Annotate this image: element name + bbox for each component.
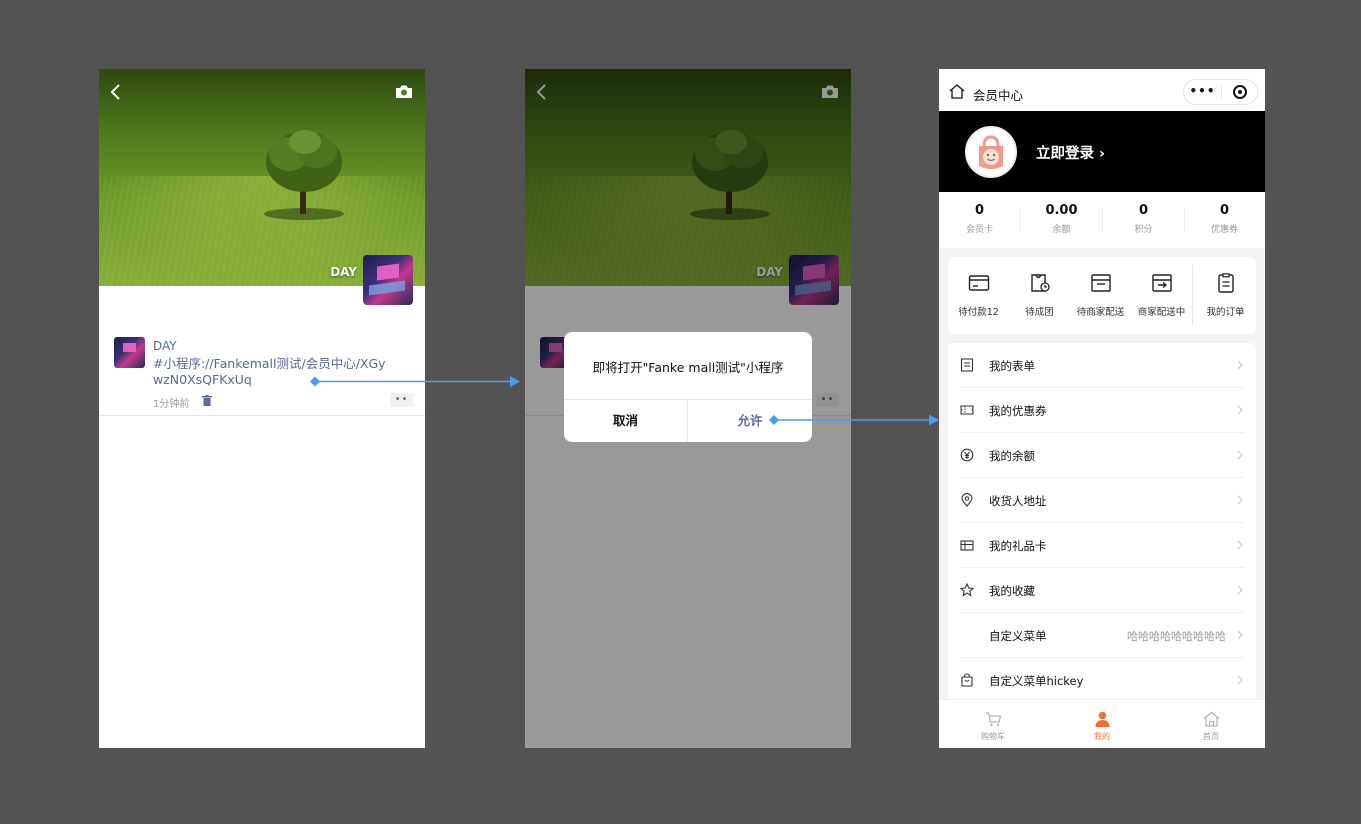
cover-username: DAY	[330, 265, 357, 279]
menu-item-balance[interactable]: 我的余额	[948, 433, 1256, 478]
chevron-right-icon	[1237, 405, 1243, 415]
account-stats: 0 会员卡 0.00 余额 0 积分 0 优惠券	[939, 192, 1265, 248]
chevron-right-icon	[1237, 450, 1243, 460]
member-center-screen: 会员中心 ••• 立即登录 › 0 会员卡 0.00 余额 0 积分 0 优惠券…	[939, 69, 1265, 748]
post-avatar[interactable]	[114, 337, 145, 368]
location-icon	[961, 493, 973, 507]
menu-item-favorites[interactable]: 我的收藏	[948, 568, 1256, 613]
order-pending-payment[interactable]: 待付款12	[948, 257, 1009, 334]
group-bag-icon	[1031, 274, 1050, 292]
balance-icon	[960, 448, 974, 462]
cover-avatar[interactable]	[363, 255, 413, 305]
chevron-right-icon	[1237, 630, 1243, 640]
chevron-right-icon	[1237, 360, 1243, 370]
dialog-message: 即将打开"Fanke mall测试"小程序	[592, 360, 784, 375]
capsule-menu: •••	[1183, 79, 1258, 105]
stat-balance[interactable]: 0.00 余额	[1021, 203, 1102, 235]
coupon-icon	[960, 405, 974, 415]
back-icon[interactable]	[109, 83, 123, 101]
mini-program-link[interactable]: #小程序://Fankemall测试/会员中心/XGywzN0XsQFKxUq	[153, 356, 388, 388]
stat-points[interactable]: 0 积分	[1103, 203, 1184, 235]
stat-coupons[interactable]: 0 优惠券	[1184, 203, 1265, 235]
page-title: 会员中心	[973, 88, 1024, 103]
tree-illustration	[264, 130, 344, 220]
cancel-button[interactable]: 取消	[564, 399, 687, 442]
avatar[interactable]	[965, 126, 1017, 178]
tab-mine[interactable]: 我的	[1048, 700, 1156, 748]
menu-item-custom-hickey[interactable]: 自定义菜单hickey	[948, 658, 1256, 703]
tab-home[interactable]: 首页	[1157, 700, 1265, 748]
order-delivering[interactable]: 商家配送中	[1131, 257, 1192, 334]
tab-bar: 购物车 我的 首页	[939, 699, 1265, 748]
more-button[interactable]: ••	[390, 393, 413, 407]
login-button[interactable]: 立即登录 ›	[1036, 142, 1105, 163]
chevron-right-icon	[1237, 675, 1243, 685]
stat-member-card[interactable]: 0 会员卡	[939, 203, 1020, 235]
star-icon	[960, 583, 974, 597]
menu-item-coupons[interactable]: 我的优惠券	[948, 388, 1256, 433]
bag-icon	[961, 673, 973, 687]
chevron-right-icon	[1237, 495, 1243, 505]
post-time: 1分钟前	[153, 399, 190, 410]
chevron-right-icon	[1237, 540, 1243, 550]
delivery-icon	[1152, 274, 1172, 292]
allow-button[interactable]: 允许	[688, 399, 812, 442]
profile-header: 立即登录 ›	[939, 111, 1265, 192]
menu-item-custom[interactable]: 自定义菜单 哈哈哈哈哈哈哈哈哈	[948, 613, 1256, 658]
camera-icon[interactable]	[395, 84, 413, 99]
trash-icon[interactable]	[202, 395, 212, 406]
menu-list: 我的表单 我的优惠券 我的余额 收货人地址 我的礼品卡 我的收藏 自定义菜单 哈…	[948, 343, 1256, 703]
cart-icon	[986, 712, 1002, 727]
cover-image: DAY	[99, 69, 425, 286]
divider	[99, 415, 425, 416]
menu-item-value: 哈哈哈哈哈哈哈哈哈	[1127, 630, 1226, 643]
order-shortcuts: 待付款12 待成团 待商家配送 商家配送中 我的订单	[948, 257, 1256, 334]
person-icon	[1095, 711, 1110, 727]
tab-cart[interactable]: 购物车	[939, 700, 1047, 748]
home-icon	[1203, 711, 1220, 727]
order-pending-group[interactable]: 待成团	[1009, 257, 1070, 334]
moments-screen-with-dialog: DAY •• 即将打开"Fanke mall测试"小程序 取消 允许	[525, 69, 851, 748]
wallet-icon	[968, 275, 990, 291]
my-orders[interactable]: 我的订单	[1195, 257, 1256, 334]
menu-item-address[interactable]: 收货人地址	[948, 478, 1256, 523]
more-options-button[interactable]: •••	[1184, 80, 1221, 104]
open-mini-program-dialog: 即将打开"Fanke mall测试"小程序 取消 允许	[564, 332, 812, 442]
post-author[interactable]: DAY	[153, 339, 177, 353]
moments-screen: DAY DAY #小程序://Fankemall测试/会员中心/XGywzN0X…	[99, 69, 425, 748]
home-icon[interactable]	[949, 84, 965, 99]
order-pending-delivery[interactable]: 待商家配送	[1070, 257, 1131, 334]
close-mini-program-icon[interactable]	[1233, 85, 1247, 99]
box-icon	[1091, 274, 1111, 292]
gift-card-icon	[960, 540, 974, 551]
menu-item-forms[interactable]: 我的表单	[948, 343, 1256, 388]
chevron-right-icon	[1237, 585, 1243, 595]
menu-item-gift-card[interactable]: 我的礼品卡	[948, 523, 1256, 568]
mini-program-navbar: 会员中心 •••	[939, 69, 1265, 111]
clipboard-icon	[1218, 273, 1234, 293]
form-icon	[960, 358, 974, 372]
